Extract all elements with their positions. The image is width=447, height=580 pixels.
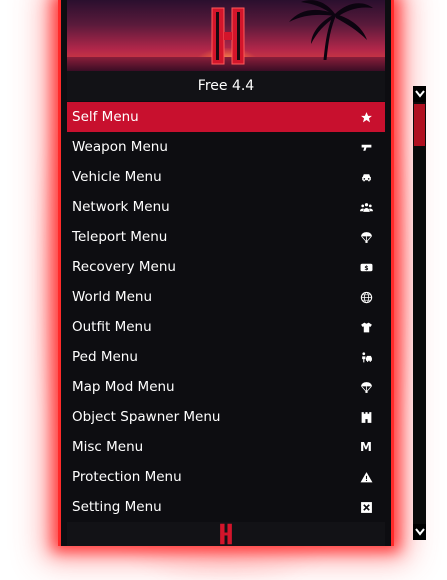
ped-icon (359, 350, 373, 364)
menu-item-label: Protection Menu (72, 469, 182, 485)
star-icon (359, 110, 373, 124)
menu-scrollbar[interactable] (413, 86, 426, 540)
tower-icon (359, 410, 373, 424)
menu-item-object-spawner[interactable]: Object Spawner Menu (67, 402, 385, 432)
menu-item-label: Setting Menu (72, 499, 162, 515)
menu-item-map-mod[interactable]: Map Mod Menu (67, 372, 385, 402)
scroll-down-button[interactable] (413, 524, 426, 540)
menu-item-label: Object Spawner Menu (72, 409, 221, 425)
menu-item-self[interactable]: Self Menu (67, 102, 385, 132)
parachute-icon (359, 380, 373, 394)
shirt-icon (359, 320, 373, 334)
main-menu-list: Self Menu Weapon Menu Vehicle Menu Netwo… (67, 102, 385, 522)
users-icon (359, 200, 373, 214)
menu-item-teleport[interactable]: Teleport Menu (67, 222, 385, 252)
chevron-down-icon (414, 90, 425, 98)
parachute-icon (359, 230, 373, 244)
m-letter-icon: M (360, 440, 372, 454)
menu-item-vehicle[interactable]: Vehicle Menu (67, 162, 385, 192)
menu-item-outfit[interactable]: Outfit Menu (67, 312, 385, 342)
palm-tree-silhouette (289, 0, 373, 60)
menu-item-label: Map Mod Menu (72, 379, 175, 395)
menu-item-label: Recovery Menu (72, 259, 176, 275)
menu-item-label: Weapon Menu (72, 139, 168, 155)
svg-text:$: $ (364, 264, 368, 271)
menu-item-world[interactable]: World Menu (67, 282, 385, 312)
menu-item-ped[interactable]: Ped Menu (67, 342, 385, 372)
menu-footer (67, 522, 385, 546)
menu-item-network[interactable]: Network Menu (67, 192, 385, 222)
menu-item-label: Vehicle Menu (72, 169, 162, 185)
version-title: Free 4.4 (67, 71, 385, 101)
car-icon (359, 170, 373, 184)
menu-item-label: Teleport Menu (72, 229, 168, 245)
mod-menu-panel: Free 4.4 Self Menu Weapon Menu Vehicle M… (58, 0, 394, 546)
menu-item-recovery[interactable]: Recovery Menu $ (67, 252, 385, 282)
gun-icon (359, 140, 373, 154)
menu-item-label: Ped Menu (72, 349, 138, 365)
menu-item-label: Misc Menu (72, 439, 144, 455)
menu-item-label: Outfit Menu (72, 319, 152, 335)
menu-item-misc[interactable]: Misc Menu M (67, 432, 385, 462)
menu-item-weapon[interactable]: Weapon Menu (67, 132, 385, 162)
warning-icon (359, 470, 373, 484)
menu-item-protection[interactable]: Protection Menu (67, 462, 385, 492)
menu-item-setting[interactable]: Setting Menu (67, 492, 385, 522)
menu-item-label: Network Menu (72, 199, 170, 215)
menu-item-label: Self Menu (72, 109, 139, 125)
chevron-down-icon (414, 528, 425, 536)
scroll-thumb[interactable] (414, 104, 425, 146)
scroll-up-button[interactable] (413, 86, 426, 102)
brand-logo-icon (211, 7, 245, 65)
header-banner (67, 0, 385, 71)
footer-logo-icon (220, 523, 232, 545)
box-x-icon (359, 500, 373, 514)
menu-item-label: World Menu (72, 289, 153, 305)
globe-icon (359, 290, 373, 304)
money-icon: $ (359, 260, 373, 274)
